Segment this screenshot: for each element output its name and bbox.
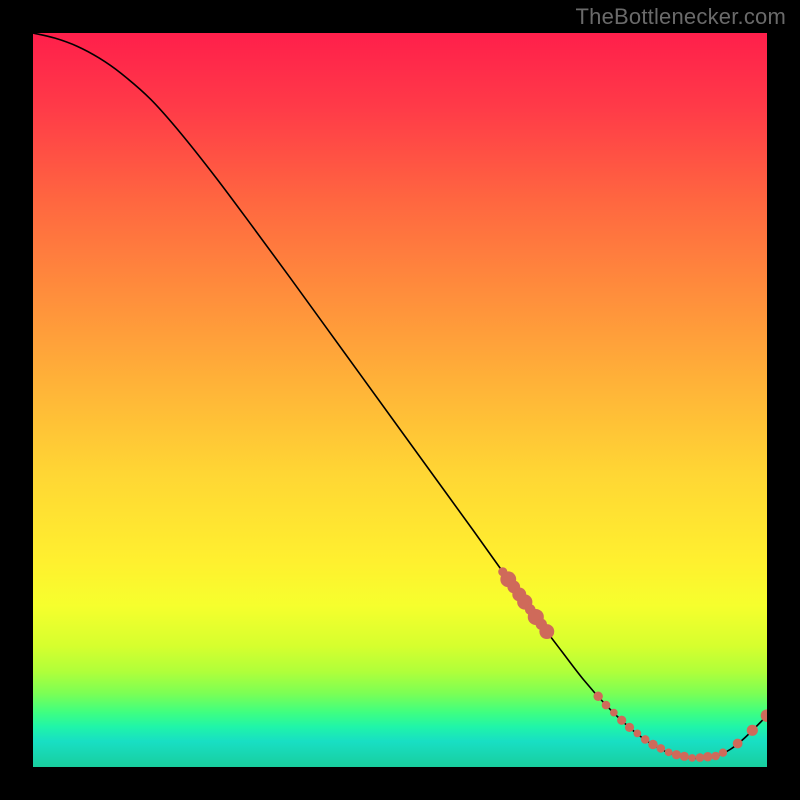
data-marker [711,752,720,761]
data-marker [688,754,696,762]
data-marker [665,748,673,756]
curve-overlay [33,33,767,767]
data-marker [747,725,758,736]
data-marker [672,750,681,759]
gradient-plot-area [33,33,767,767]
bottleneck-curve [33,33,767,758]
data-marker [719,748,727,756]
data-marker [610,709,618,717]
data-marker [733,739,743,749]
data-marker [617,716,626,725]
chart-frame: TheBottlenecker.com [0,0,800,800]
data-marker [696,753,705,762]
data-marker [641,735,650,744]
data-marker [633,730,641,738]
data-marker [648,740,657,749]
data-marker [625,723,634,732]
data-marker [593,692,602,701]
data-marker [680,752,689,761]
watermark-text: TheBottlenecker.com [576,4,786,30]
data-marker [602,701,611,710]
data-marker [703,752,712,761]
data-marker [539,624,554,639]
data-marker [657,744,666,753]
